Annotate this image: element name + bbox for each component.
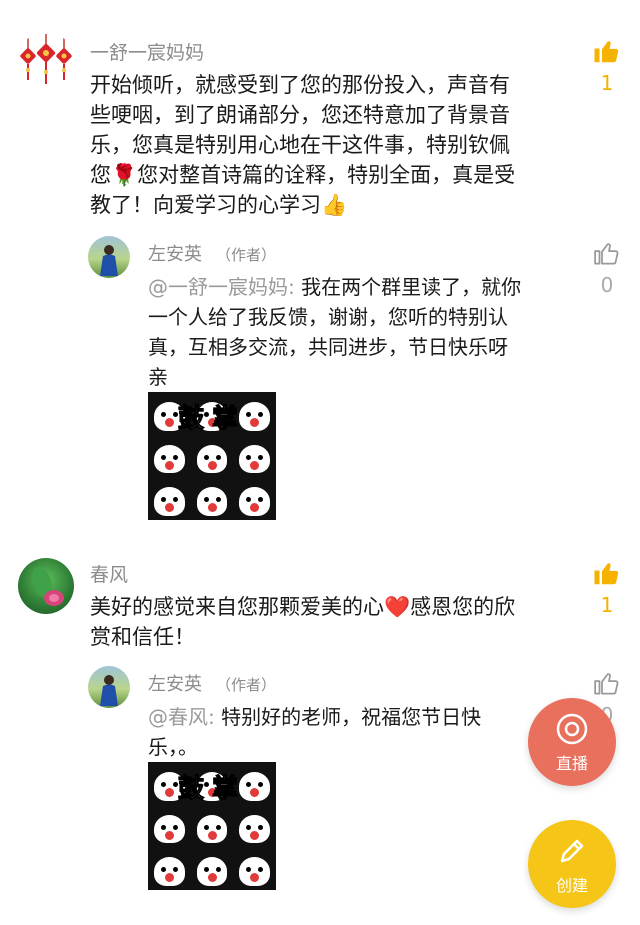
reply-text: @春风: 特别好的老师，祝福您节日快 乐，。 bbox=[148, 702, 528, 762]
thumbs-up-icon bbox=[594, 563, 619, 585]
dog-face-icon bbox=[148, 847, 191, 890]
user-avatar[interactable] bbox=[18, 558, 74, 614]
reply-text: @一舒一宸妈妈: 我在两个群里读了，就你 一个人给了我反馈，谢谢，您听的特别认 … bbox=[148, 272, 578, 392]
thumbs-up-outline-icon bbox=[594, 673, 619, 695]
live-button[interactable]: 直播 bbox=[528, 698, 616, 786]
like-count: 1 bbox=[600, 71, 614, 95]
reply-author-name: 左安英 bbox=[148, 244, 202, 265]
reply-text-line: @一舒一宸妈妈: 我在两个群里读了，就你 bbox=[148, 275, 522, 299]
dog-face-icon bbox=[148, 804, 191, 848]
comment-username[interactable]: 春风 bbox=[90, 560, 128, 587]
applause-sticker[interactable]: 鼓掌 bbox=[148, 762, 276, 890]
like-button[interactable]: 1 bbox=[592, 558, 622, 616]
reply-text-line: @春风: 特别好的老师，祝福您节日快 bbox=[148, 705, 482, 729]
thumbs-up-icon bbox=[594, 41, 619, 63]
live-broadcast-icon bbox=[556, 713, 588, 745]
lotus-leaf-icon bbox=[31, 566, 64, 606]
reply-mention[interactable]: @春风: bbox=[148, 705, 221, 729]
dog-face-icon bbox=[190, 477, 234, 520]
reply-text-line: 乐，。 bbox=[148, 735, 198, 759]
dog-face-icon bbox=[233, 477, 276, 520]
comment-text-line: 开始倾听，就感受到了您的那份投入，声音有 bbox=[90, 73, 510, 97]
reply-username[interactable]: 左安英 （作者） bbox=[148, 240, 276, 266]
author-tag: （作者） bbox=[216, 246, 277, 264]
dog-face-icon bbox=[190, 847, 234, 890]
reply-username[interactable]: 左安英 （作者） bbox=[148, 670, 276, 696]
comment-text-line: 教了！向爱学习的心学习👍 bbox=[90, 193, 348, 217]
sticker-caption: 鼓掌 bbox=[177, 774, 246, 805]
user-avatar[interactable] bbox=[18, 32, 74, 88]
reply-text-line: 一个人给了我反馈，谢谢，您听的特别认 bbox=[148, 305, 508, 329]
reply-mention[interactable]: @一舒一宸妈妈: bbox=[148, 275, 301, 299]
dog-face-icon bbox=[190, 804, 234, 848]
author-photo-icon bbox=[100, 245, 118, 276]
applause-sticker[interactable]: 鼓掌 bbox=[148, 392, 276, 520]
dog-face-icon bbox=[233, 804, 276, 848]
live-button-label: 直播 bbox=[555, 754, 588, 773]
author-tag: （作者） bbox=[216, 676, 277, 694]
dog-face-icon bbox=[148, 434, 191, 478]
like-button[interactable]: 1 bbox=[592, 36, 622, 94]
comment-text: 美好的感觉来自您那颗爱美的心❤️感恩您的欣 赏和信任！ bbox=[90, 592, 580, 652]
lantern-decoration-icon bbox=[20, 34, 72, 84]
sticker-caption: 鼓掌 bbox=[177, 404, 246, 435]
comment-text: 开始倾听，就感受到了您的那份投入，声音有 些哽咽，到了朗诵部分，您还特意加了背景… bbox=[90, 70, 580, 220]
reply-text-line: 真，互相多交流，共同进步，节日快乐呀 bbox=[148, 335, 508, 359]
comment-text-line: 乐，您真是特别用心地在干这件事，特别钦佩 bbox=[90, 133, 510, 157]
create-button[interactable]: 创建 bbox=[528, 820, 616, 908]
author-avatar[interactable] bbox=[88, 666, 130, 708]
comment-item: 一舒一宸妈妈 1 开始倾听，就感受到了您的那份投入，声音有 些哽咽，到了朗诵部分… bbox=[0, 0, 640, 540]
comment-text-line: 赏和信任！ bbox=[90, 625, 195, 649]
comment-username[interactable]: 一舒一宸妈妈 bbox=[90, 38, 204, 65]
reply-like-count: 0 bbox=[600, 273, 614, 297]
pencil-icon bbox=[560, 839, 584, 863]
like-count: 1 bbox=[600, 593, 614, 617]
thumbs-up-outline-icon bbox=[594, 243, 619, 265]
dog-face-icon bbox=[190, 434, 234, 478]
create-button-label: 创建 bbox=[555, 876, 588, 895]
dog-face-icon bbox=[233, 847, 276, 890]
reply-text-line: 亲 bbox=[148, 365, 168, 389]
reply-author-name: 左安英 bbox=[148, 674, 202, 695]
reply-like-button[interactable]: 0 bbox=[592, 238, 622, 296]
comment-text-line: 美好的感觉来自您那颗爱美的心❤️感恩您的欣 bbox=[90, 595, 516, 619]
dog-face-icon bbox=[148, 477, 191, 520]
comment-text-line: 您🌹您对整首诗篇的诠释，特别全面，真是受 bbox=[90, 163, 516, 187]
comment-text-line: 些哽咽，到了朗诵部分，您还特意加了背景音 bbox=[90, 103, 510, 127]
dog-face-icon bbox=[233, 434, 276, 478]
author-avatar[interactable] bbox=[88, 236, 130, 278]
author-photo-icon bbox=[100, 675, 118, 706]
